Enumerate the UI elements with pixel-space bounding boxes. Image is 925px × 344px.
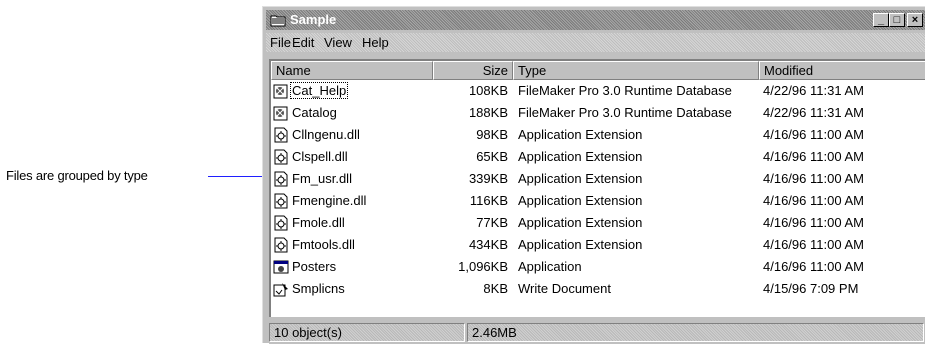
table-row[interactable]: Cat_Help 108KB FileMaker Pro 3.0 Runtime D… <box>271 80 925 102</box>
dll-file-icon <box>274 171 288 187</box>
file-modified: 4/16/96 11:00 AM <box>763 215 864 230</box>
file-size: 108KB <box>468 83 508 98</box>
file-name: Catalog <box>292 105 337 120</box>
file-type: FileMaker Pro 3.0 Runtime Database <box>518 83 732 98</box>
dll-file-icon <box>274 215 288 231</box>
table-row[interactable]: Fmtools.dll 434KB Application Extension 4/1… <box>271 234 925 256</box>
menu-view[interactable]: View <box>324 35 352 50</box>
status-bar: 10 object(s) 2.46MB <box>269 321 925 344</box>
application-icon <box>273 260 289 274</box>
file-name: Posters <box>292 259 337 274</box>
file-modified: 4/16/96 11:00 AM <box>763 259 864 274</box>
file-size: 339KB <box>468 171 508 186</box>
folder-icon <box>270 15 286 27</box>
file-size: 1,096KB <box>458 259 508 274</box>
title-bar[interactable]: Sample _ □ × <box>266 10 925 30</box>
close-button[interactable]: × <box>907 13 923 27</box>
dll-file-icon <box>274 127 288 143</box>
menu-edit[interactable]: Edit <box>292 35 314 50</box>
file-type: Application Extension <box>518 171 643 186</box>
file-size: 8KB <box>483 281 508 296</box>
file-modified: 4/16/96 11:00 AM <box>763 171 864 186</box>
file-size: 77KB <box>476 215 508 230</box>
column-name[interactable]: Name <box>271 61 433 80</box>
file-type: FileMaker Pro 3.0 Runtime Database <box>518 105 732 120</box>
file-size: 65KB <box>476 149 508 164</box>
table-row[interactable]: Posters 1,096KB Application 4/16/96 11:00 A… <box>271 256 925 278</box>
dll-file-icon <box>274 237 288 253</box>
status-object-count: 10 object(s) <box>269 323 465 342</box>
file-type: Write Document <box>518 281 611 296</box>
table-row[interactable]: Fmole.dll 77KB Application Extension 4/16/9… <box>271 212 925 234</box>
filemaker-database-icon <box>273 84 288 99</box>
menu-bar: File Edit View Help <box>266 33 925 52</box>
file-type: Application Extension <box>518 237 643 252</box>
file-modified: 4/16/96 11:00 AM <box>763 127 864 142</box>
file-modified: 4/22/96 11:31 AM <box>763 105 864 120</box>
dll-file-icon <box>274 149 288 165</box>
column-type[interactable]: Type <box>513 61 759 80</box>
file-name: Fmengine.dll <box>292 193 367 208</box>
table-row[interactable]: Cllngenu.dll 98KB Application Extension 4/1… <box>271 124 925 146</box>
file-modified: 4/16/96 11:00 AM <box>763 149 864 164</box>
file-size: 434KB <box>468 237 508 252</box>
callout-label: Files are grouped by type <box>6 168 148 183</box>
file-modified: 4/16/96 11:00 AM <box>763 193 864 208</box>
file-type: Application Extension <box>518 193 643 208</box>
table-row[interactable]: Clspell.dll 65KB Application Extension 4/16… <box>271 146 925 168</box>
file-name: Fm_usr.dll <box>292 171 352 186</box>
menu-help[interactable]: Help <box>362 35 389 50</box>
file-name: Smplicns <box>292 281 345 296</box>
file-modified: 4/15/96 7:09 PM <box>763 281 859 296</box>
dll-file-icon <box>274 193 288 209</box>
table-row[interactable]: Catalog 188KB FileMaker Pro 3.0 Runtime Da… <box>271 102 925 124</box>
file-name: Clspell.dll <box>292 149 348 164</box>
file-name: Cllngenu.dll <box>292 127 360 142</box>
column-size[interactable]: Size <box>433 61 513 80</box>
minimize-button[interactable]: _ <box>873 13 889 27</box>
window-title: Sample <box>290 12 337 27</box>
file-name: Fmtools.dll <box>292 237 355 252</box>
status-total-size: 2.46MB <box>467 323 924 342</box>
column-modified[interactable]: Modified <box>759 61 925 80</box>
filemaker-database-icon <box>273 106 288 121</box>
file-modified: 4/22/96 11:31 AM <box>763 83 864 98</box>
file-list[interactable]: Name Size Type Modified Cat_Help 108KB Fil… <box>269 59 925 317</box>
file-size: 116KB <box>469 193 508 208</box>
table-row[interactable]: Smplicns 8KB Write Document 4/15/96 7:09 PM <box>271 278 925 300</box>
file-type: Application <box>518 259 582 274</box>
file-name: Fmole.dll <box>292 215 345 230</box>
explorer-window: Sample _ □ × File Edit View Help Name Si… <box>262 6 925 344</box>
file-type: Application Extension <box>518 127 643 142</box>
file-type: Application Extension <box>518 215 643 230</box>
column-header: Name Size Type Modified <box>271 61 925 80</box>
file-size: 188KB <box>468 105 508 120</box>
file-modified: 4/16/96 11:00 AM <box>763 237 864 252</box>
write-document-icon <box>273 283 288 297</box>
menu-file[interactable]: File <box>270 35 291 50</box>
table-row[interactable]: Fm_usr.dll 339KB Application Extension 4/16… <box>271 168 925 190</box>
file-name: Cat_Help <box>289 82 349 99</box>
table-row[interactable]: Fmengine.dll 116KB Application Extension 4/… <box>271 190 925 212</box>
maximize-button[interactable]: □ <box>889 13 905 27</box>
file-size: 98KB <box>476 127 508 142</box>
file-type: Application Extension <box>518 149 643 164</box>
